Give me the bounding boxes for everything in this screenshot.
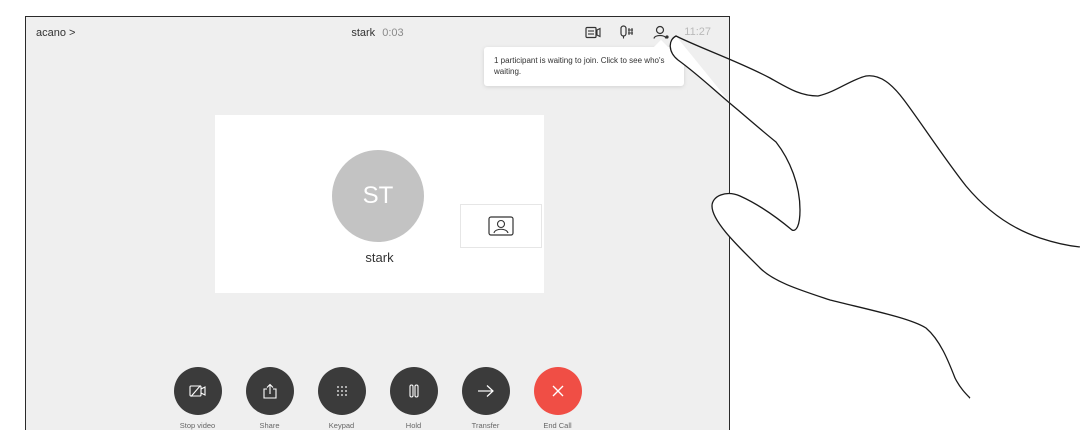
top-icons: 11:27 xyxy=(584,24,711,40)
end-call-button[interactable] xyxy=(533,367,582,415)
transfer-button[interactable] xyxy=(461,367,510,415)
control-label: Stop video xyxy=(179,421,216,430)
microphone-icon[interactable] xyxy=(618,24,636,40)
end-call-control[interactable]: End Call xyxy=(522,367,594,430)
clock: 11:27 xyxy=(684,26,711,38)
arrow-right-icon xyxy=(477,385,494,397)
hold-button[interactable] xyxy=(389,367,438,415)
selfview-icon xyxy=(488,216,514,236)
call-controls: Stop video Share Keypad Hold Transfer En… xyxy=(26,367,729,430)
share-icon xyxy=(262,383,277,399)
pause-icon xyxy=(408,384,419,398)
control-label: Hold xyxy=(405,421,422,430)
tooltip-text: 1 participant is waiting to join. Click … xyxy=(494,56,665,76)
control-label: End Call xyxy=(543,421,572,430)
keypad-icon xyxy=(336,386,347,396)
keypad-control[interactable]: Keypad xyxy=(306,367,378,430)
control-label: Share xyxy=(259,421,280,430)
stop-video-button[interactable] xyxy=(173,367,222,415)
participants-icon[interactable] xyxy=(652,24,670,40)
participant-name: stark xyxy=(365,250,394,265)
share-button[interactable] xyxy=(245,367,294,415)
avatar: ST xyxy=(332,150,424,242)
touch-panel-screen: acano > stark 0:03 11:27 1 participant i… xyxy=(25,16,730,430)
layout-icon[interactable] xyxy=(584,24,602,40)
call-duration: 0:03 xyxy=(382,27,404,39)
share-control[interactable]: Share xyxy=(234,367,306,430)
control-label: Transfer xyxy=(471,421,500,430)
close-icon xyxy=(552,385,563,397)
control-label: Keypad xyxy=(328,421,355,430)
waiting-tooltip[interactable]: 1 participant is waiting to join. Click … xyxy=(484,47,684,86)
call-name: stark xyxy=(351,27,376,39)
keypad-button[interactable] xyxy=(317,367,366,415)
selfview-button[interactable] xyxy=(460,204,542,248)
hold-control[interactable]: Hold xyxy=(378,367,450,430)
transfer-control[interactable]: Transfer xyxy=(450,367,522,430)
stop-video-control[interactable]: Stop video xyxy=(162,367,234,430)
camera-off-icon xyxy=(188,385,206,397)
